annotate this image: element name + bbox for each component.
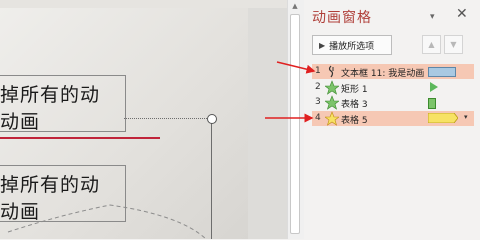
textbox-1-line-2: 动画	[0, 111, 41, 133]
emphasis-star-icon	[325, 111, 339, 126]
slide-editing-area[interactable]: 掉所有的动 动画 掉所有的动 动画	[0, 0, 287, 239]
entrance-star-icon	[325, 80, 339, 95]
scroll-up-arrow-icon[interactable]: ▲	[291, 2, 299, 10]
pane-title: 动画窗格	[312, 10, 372, 26]
animation-item-2[interactable]: 2 矩形 1	[312, 80, 474, 95]
item-name: 文本框 11: 我是动画	[341, 69, 425, 79]
selection-outline-top	[124, 118, 211, 120]
timing-bar	[428, 113, 458, 123]
item-name: 表格 5	[341, 116, 368, 126]
timing-bar	[428, 98, 436, 109]
play-selected-button[interactable]: ▶ 播放所选项	[312, 35, 392, 55]
animation-item-4[interactable]: 4 表格 5 ▾	[312, 111, 474, 126]
textbox-2-line-1: 掉所有的动	[0, 174, 101, 196]
close-icon[interactable]: ✕	[456, 6, 468, 22]
play-icon: ▶	[319, 40, 326, 50]
item-number: 1	[315, 66, 321, 76]
red-underline	[0, 137, 160, 139]
timing-bar	[428, 67, 456, 77]
item-menu-dropdown-icon[interactable]: ▾	[464, 113, 468, 121]
textbox-1-line-1: 掉所有的动	[0, 84, 101, 106]
entrance-star-icon	[325, 95, 339, 110]
scrollbar-thumb[interactable]	[290, 14, 300, 234]
resize-handle[interactable]	[207, 114, 217, 124]
timing-bar	[430, 82, 438, 92]
play-selected-label: 播放所选项	[329, 41, 375, 52]
item-number: 2	[315, 82, 321, 92]
item-number: 3	[315, 97, 321, 107]
animation-item-1[interactable]: 1 文本框 11: 我是动画	[312, 64, 474, 79]
click-trigger-icon	[328, 65, 334, 78]
pane-options-dropdown-icon[interactable]: ▾	[430, 12, 435, 22]
textbox-2-line-2: 动画	[0, 201, 41, 223]
animation-item-3[interactable]: 3 表格 3	[312, 95, 474, 110]
item-name: 表格 3	[341, 100, 368, 110]
move-up-button[interactable]: ▲	[422, 35, 441, 54]
selection-outline-right	[211, 118, 212, 239]
animation-pane: 动画窗格 ▾ ✕ ▶ 播放所选项 ▲ ▼ 1 文本框 11: 我是动画 2 矩形…	[304, 0, 480, 239]
item-name: 矩形 1	[341, 85, 368, 95]
move-down-button[interactable]: ▼	[444, 35, 463, 54]
item-number: 4	[315, 113, 321, 123]
